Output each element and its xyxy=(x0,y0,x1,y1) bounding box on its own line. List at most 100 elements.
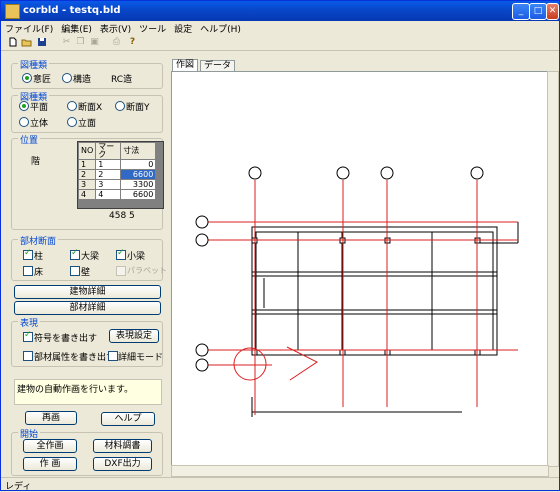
radio-elevation-label: 立面 xyxy=(78,119,97,129)
vertical-scrollbar[interactable] xyxy=(547,71,559,467)
radio-plan[interactable] xyxy=(19,101,29,111)
toolbar: ✂ ❐ ▣ ⎙ ? xyxy=(1,35,559,51)
horizontal-scrollbar[interactable] xyxy=(171,465,549,477)
radio-structure-label: 構造 xyxy=(73,75,92,85)
draw-all-button[interactable]: 全作画 xyxy=(23,439,77,453)
checkbox-column-label: 柱 xyxy=(34,252,44,262)
table-row[interactable]: 4 4 6600 xyxy=(77,189,157,200)
checkbox-wall-label: 壁 xyxy=(81,268,91,278)
checkbox-write-attributes[interactable] xyxy=(23,351,33,361)
help-icon[interactable]: ? xyxy=(127,37,138,47)
col-dimension: 寸法 xyxy=(120,142,157,160)
floor-label: 階 xyxy=(31,157,41,167)
grid-bubble xyxy=(336,166,350,180)
maximize-button[interactable]: □ xyxy=(529,3,547,20)
copy-icon[interactable]: ❐ xyxy=(75,37,86,47)
grid-bubble xyxy=(195,233,209,247)
grid-bubble xyxy=(195,343,209,357)
table-cell: 3 xyxy=(77,179,97,190)
app-icon xyxy=(5,4,20,19)
drawing-canvas[interactable] xyxy=(171,71,549,467)
checkbox-detail-mode[interactable] xyxy=(108,351,118,361)
grid-bubble xyxy=(470,166,484,180)
table-cell-selected[interactable]: 6600 xyxy=(120,169,157,180)
plan-drawing xyxy=(195,166,519,417)
checkbox-wall[interactable] xyxy=(70,266,80,276)
help-button[interactable]: ヘルプ xyxy=(101,412,155,426)
table-header: NO マーク 寸法 xyxy=(77,142,157,160)
radio-structure[interactable] xyxy=(62,73,72,83)
checkbox-write-attributes-label: 部材属性を書き出す xyxy=(34,353,116,363)
radio-3d-label: 立体 xyxy=(30,119,49,129)
radio-elevation[interactable] xyxy=(67,117,77,127)
checkbox-column[interactable] xyxy=(23,248,33,260)
close-button[interactable]: ✕ xyxy=(546,3,559,20)
open-folder-icon[interactable] xyxy=(21,37,32,47)
radio-section-y[interactable] xyxy=(115,101,125,111)
dxf-output-button[interactable]: DXF出力 xyxy=(93,457,152,471)
checkbox-girder[interactable] xyxy=(70,248,80,260)
menu-tools[interactable]: ツール xyxy=(135,21,170,35)
checkbox-detail-mode-label: 詳細モード xyxy=(118,353,164,363)
member-detail-button[interactable]: 部材詳細 xyxy=(14,301,161,315)
new-file-icon[interactable] xyxy=(7,37,18,47)
table-row[interactable]: 2 2 6600 xyxy=(77,169,157,180)
building-outline xyxy=(251,226,498,356)
table-cell[interactable]: 1 xyxy=(95,159,122,170)
table-cell: 2 xyxy=(77,169,97,180)
display-settings-button[interactable]: 表現設定 xyxy=(109,329,159,343)
display-title: 表現 xyxy=(18,316,41,329)
checkbox-floor[interactable] xyxy=(23,266,33,276)
radio-section-y-label: 断面Y xyxy=(126,103,150,113)
checkbox-write-symbols-label: 符号を書き出す xyxy=(34,334,98,344)
table-cell[interactable]: 0 xyxy=(120,159,157,170)
tab-drawing[interactable]: 作図 xyxy=(172,59,199,71)
radio-section-x-label: 断面X xyxy=(78,103,103,113)
position-title: 位置 xyxy=(18,133,41,146)
menu-bar: ファイル(F) 編集(E) 表示(V) ツール 設定 ヘルプ(H) xyxy=(1,21,559,35)
grid-bubble xyxy=(380,166,394,180)
menu-settings[interactable]: 設定 xyxy=(170,21,196,35)
menu-help[interactable]: ヘルプ(H) xyxy=(196,21,245,35)
status-bar: レディ xyxy=(1,477,559,492)
table-cell: 4 xyxy=(77,189,97,200)
table-row[interactable]: 3 3 3300 xyxy=(77,179,157,190)
table-cell[interactable]: 3300 xyxy=(120,179,157,190)
grid-bubble xyxy=(195,358,209,372)
table-cell[interactable]: 4 xyxy=(95,189,122,200)
table-cell[interactable]: 2 xyxy=(95,169,122,180)
app-window: corbld - testq.bld _ □ ✕ ファイル(F) 編集(E) 表示(… xyxy=(0,0,560,492)
menu-file[interactable]: ファイル(F) xyxy=(1,21,57,35)
menu-edit[interactable]: 編集(E) xyxy=(57,21,96,35)
menu-view[interactable]: 表示(V) xyxy=(96,21,135,35)
title-bar[interactable]: corbld - testq.bld _ □ ✕ xyxy=(1,1,559,21)
radio-section-x[interactable] xyxy=(67,101,77,111)
checkbox-beam[interactable] xyxy=(116,248,126,260)
message-box: 建物の自動作画を行います。 xyxy=(14,379,162,405)
grid-bubble xyxy=(248,166,262,180)
checkbox-beam-label: 小梁 xyxy=(127,252,146,262)
radio-plan-label: 平面 xyxy=(30,103,49,113)
table-row[interactable]: 1 1 0 xyxy=(77,159,157,170)
position-table[interactable]: NO マーク 寸法 1 1 0 2 2 6600 3 3 3300 4 4 66… xyxy=(77,141,164,209)
radio-3d[interactable] xyxy=(19,117,29,127)
col-no: NO xyxy=(77,142,97,160)
radio-design[interactable] xyxy=(22,73,32,83)
drawing-type-title: 図種類 xyxy=(18,58,50,71)
paste-icon[interactable]: ▣ xyxy=(89,37,100,47)
cut-icon[interactable]: ✂ xyxy=(61,37,72,47)
table-cell[interactable]: 6600 xyxy=(120,189,157,200)
minimize-button[interactable]: _ xyxy=(512,3,530,20)
checkbox-parapet xyxy=(116,266,126,276)
print-icon[interactable]: ⎙ xyxy=(111,37,122,47)
save-icon[interactable] xyxy=(36,37,47,47)
radio-design-label: 意匠 xyxy=(33,75,52,85)
position-footer: 458 5 xyxy=(109,211,135,221)
material-survey-button[interactable]: 材料調書 xyxy=(93,439,152,453)
checkbox-write-symbols[interactable] xyxy=(23,330,33,342)
redraw-button[interactable]: 再画 xyxy=(25,411,77,425)
building-detail-button[interactable]: 建物詳細 xyxy=(14,285,161,299)
table-cell[interactable]: 3 xyxy=(95,179,122,190)
draw-button[interactable]: 作 画 xyxy=(23,457,77,471)
table-cell: 1 xyxy=(77,159,97,170)
